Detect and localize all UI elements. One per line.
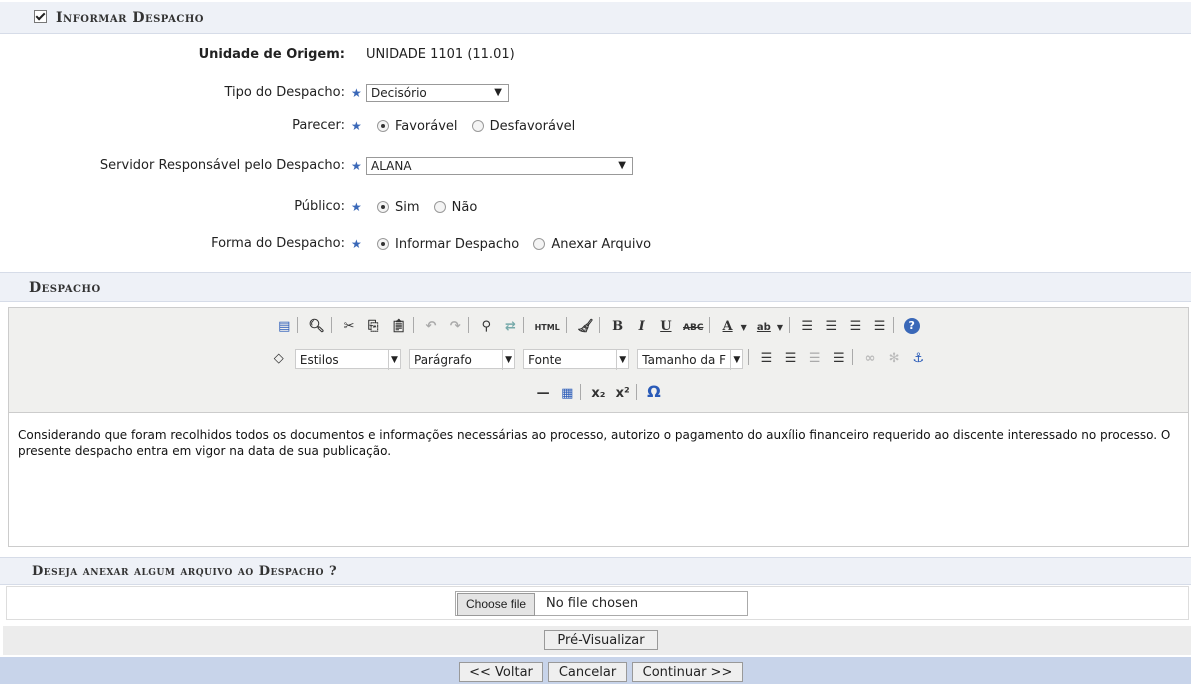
required-star-icon: ★ <box>351 119 362 133</box>
parecer-favoravel-label: Favorável <box>395 119 458 134</box>
numbered-list-icon[interactable]: ☰ <box>784 347 798 371</box>
paragraph-select[interactable]: Parágrafo ▼ <box>409 348 515 370</box>
required-star-icon: ★ <box>351 200 362 214</box>
publico-options: Sim Não <box>377 200 487 215</box>
cleanup-icon[interactable]: 🧹︎ <box>577 315 594 339</box>
paste-icon[interactable]: 📋︎ <box>390 315 407 339</box>
publico-nao-radio[interactable] <box>433 201 446 213</box>
file-status: No file chosen <box>546 596 639 611</box>
align-right-icon[interactable]: ☰ <box>848 315 862 339</box>
forma-informar-label: Informar Despacho <box>395 237 520 252</box>
cancel-button[interactable]: Cancelar <box>548 662 627 682</box>
source-icon[interactable]: ▤ <box>277 315 291 339</box>
superscript-icon[interactable]: x² <box>616 382 630 406</box>
bold-icon[interactable]: B <box>611 315 625 339</box>
chevron-down-icon: ▼ <box>616 349 626 370</box>
unlink-icon[interactable]: ✻ <box>887 347 901 371</box>
publico-sim-radio[interactable] <box>377 201 389 213</box>
forma-anexar-radio[interactable] <box>533 238 546 250</box>
replace-icon[interactable]: ⇄ <box>503 315 517 339</box>
special-char-icon[interactable]: Ω <box>647 380 661 404</box>
section-despacho-title: Despacho <box>29 280 101 296</box>
file-input[interactable]: Choose file No file chosen <box>455 591 748 616</box>
forma-despacho-options: Informar Despacho Anexar Arquivo <box>377 237 661 252</box>
tipo-despacho-label: Tipo do Despacho: <box>224 85 345 100</box>
editor-toolbar: ▤ 🔍︎ ✂ ⎘ 📋︎ ↶ ↷ ⚲ ⇄ HTML 🧹︎ B I U ABC A ▼… <box>9 308 1188 413</box>
back-button[interactable]: << Voltar <box>459 662 543 682</box>
chevron-down-icon: ▼ <box>387 349 398 370</box>
continue-button[interactable]: Continuar >> <box>632 662 743 682</box>
indent-icon[interactable]: ☰ <box>832 347 846 371</box>
strikethrough-icon[interactable]: ABC <box>683 316 703 340</box>
align-center-icon[interactable]: ☰ <box>824 315 838 339</box>
section-informar-header: Informar Despacho <box>0 2 1191 34</box>
section-informar-title: Informar Despacho <box>56 10 204 26</box>
servidor-label: Servidor Responsável pelo Despacho: <box>99 158 345 173</box>
servidor-value: ALANA <box>371 159 412 173</box>
parecer-desfavoravel-label: Desfavorável <box>489 119 576 134</box>
table-icon[interactable]: ▦ <box>560 382 574 406</box>
choose-file-button[interactable]: Choose file <box>457 593 536 616</box>
italic-icon[interactable]: I <box>635 315 649 339</box>
parecer-favoravel-radio[interactable] <box>377 120 389 132</box>
undo-icon[interactable]: ↶ <box>424 315 438 339</box>
redo-icon[interactable]: ↷ <box>448 315 462 339</box>
font-select[interactable]: Fonte ▼ <box>523 348 630 370</box>
styles-select[interactable]: Estilos ▼ <box>294 348 401 370</box>
anchor-icon[interactable]: ⚓ <box>911 347 925 371</box>
forma-informar-radio[interactable] <box>377 238 389 250</box>
paragraph-select-label: Parágrafo <box>414 352 472 367</box>
eraser-icon[interactable]: ◇ <box>272 347 286 371</box>
find-icon[interactable]: ⚲ <box>479 315 493 339</box>
section-despacho-header: Despacho <box>0 272 1191 302</box>
rich-text-editor[interactable]: ▤ 🔍︎ ✂ ⎘ 📋︎ ↶ ↷ ⚲ ⇄ HTML 🧹︎ B I U ABC A ▼… <box>8 307 1189 547</box>
chevron-down-icon: ▼ <box>502 349 512 370</box>
link-icon[interactable]: ∞ <box>863 347 877 371</box>
font-select-label: Fonte <box>528 352 562 367</box>
underline-icon[interactable]: U <box>659 315 673 339</box>
required-star-icon: ★ <box>351 159 362 173</box>
align-justify-icon[interactable]: ☰ <box>873 315 887 339</box>
align-left-icon[interactable]: ☰ <box>800 315 814 339</box>
tipo-despacho-value: Decisório <box>371 86 427 100</box>
chevron-down-icon: ▼ <box>730 349 740 370</box>
help-icon[interactable]: ? <box>903 318 920 334</box>
parecer-options: Favorável Desfavorável <box>377 119 585 134</box>
font-size-select[interactable]: Tamanho da F ▼ <box>637 348 744 370</box>
outdent-icon[interactable]: ☰ <box>808 347 822 371</box>
styles-select-label: Estilos <box>299 352 339 367</box>
servidor-select[interactable]: ALANA ▼ <box>366 157 633 175</box>
text-color-icon[interactable]: A <box>721 315 735 339</box>
highlight-icon[interactable]: ab <box>757 316 771 340</box>
html-icon[interactable]: HTML <box>535 316 560 340</box>
subscript-icon[interactable]: x₂ <box>591 382 605 406</box>
chevron-down-icon: ▼ <box>494 87 502 98</box>
parecer-desfavoravel-radio[interactable] <box>471 120 484 132</box>
section-anexar-title: Deseja anexar algum arquivo ao Despacho … <box>32 564 338 579</box>
editor-content[interactable]: Considerando que foram recolhidos todos … <box>18 427 1178 459</box>
required-star-icon: ★ <box>351 86 362 100</box>
forma-anexar-label: Anexar Arquivo <box>551 237 652 252</box>
section-anexar-header: Deseja anexar algum arquivo ao Despacho … <box>0 557 1191 585</box>
publico-nao-label: Não <box>451 200 478 215</box>
chevron-down-icon: ▼ <box>618 160 626 171</box>
preview-icon[interactable]: 🔍︎ <box>308 315 325 339</box>
chevron-down-icon[interactable]: ▼ <box>777 316 783 340</box>
bullet-list-icon[interactable]: ☰ <box>759 347 773 371</box>
preview-button[interactable]: Pré-Visualizar <box>544 630 658 650</box>
chevron-down-icon[interactable]: ▼ <box>741 316 747 340</box>
unidade-origem-value: UNIDADE 1101 (11.01) <box>366 47 515 62</box>
parecer-label: Parecer: <box>292 118 345 133</box>
cut-icon[interactable]: ✂ <box>342 315 356 339</box>
checkbox-informar-icon[interactable] <box>34 10 47 23</box>
forma-despacho-label: Forma do Despacho: <box>211 236 345 251</box>
font-size-select-label: Tamanho da F <box>642 352 727 367</box>
unidade-origem-label: Unidade de Origem: <box>198 47 345 62</box>
required-star-icon: ★ <box>351 237 362 251</box>
horizontal-rule-icon[interactable]: — <box>536 382 550 406</box>
publico-sim-label: Sim <box>395 200 420 215</box>
tipo-despacho-select[interactable]: Decisório ▼ <box>366 84 509 102</box>
publico-label: Público: <box>294 199 345 214</box>
copy-icon[interactable]: ⎘ <box>366 315 380 339</box>
